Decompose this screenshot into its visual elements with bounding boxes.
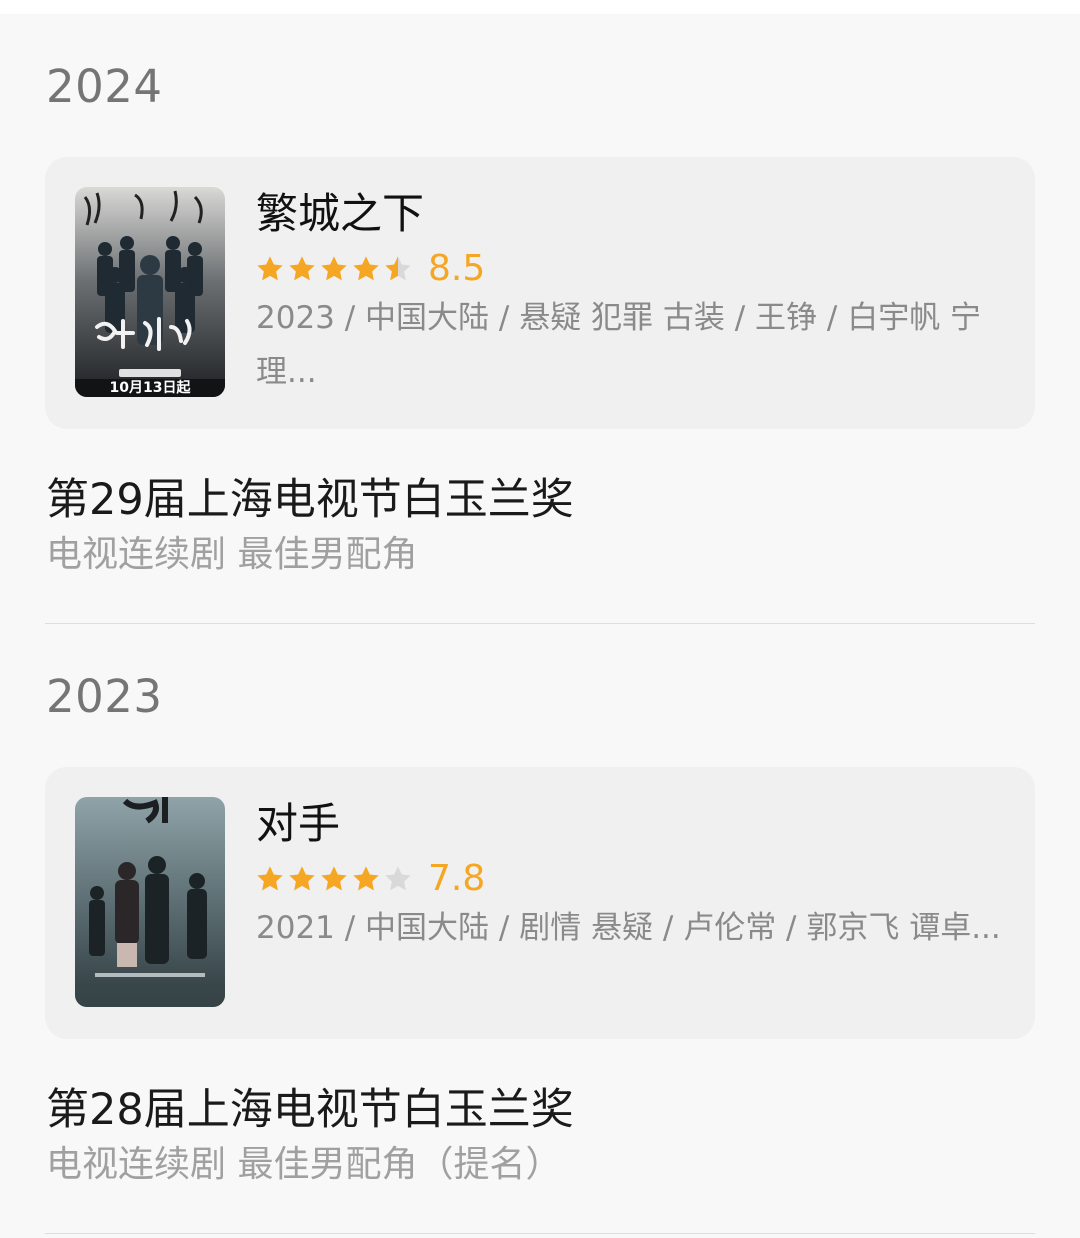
award-section: 2024 10月13日起 繁城之下 8.5 2023 / 中国大陆 / 悬疑 犯… [0,14,1080,624]
star-empty-icon [382,863,414,895]
star-filled-icon [286,863,318,895]
year-heading: 2024 [46,60,163,113]
show-title[interactable]: 对手 [256,797,340,851]
rating-row: 8.5 [254,249,485,289]
show-card[interactable]: 10月13日起 繁城之下 8.5 2023 / 中国大陆 / 悬疑 犯罪 古装 … [45,157,1035,429]
show-poster[interactable]: 10月13日起 [75,187,225,397]
star-rating [254,253,414,285]
awards-list: 2024 10月13日起 繁城之下 8.5 2023 / 中国大陆 / 悬疑 犯… [0,14,1080,1238]
award-category: 电视连续剧 最佳男配角（提名） [46,1144,562,1185]
show-poster[interactable] [75,797,225,1007]
award-category: 电视连续剧 最佳男配角 [46,534,418,575]
star-rating [254,863,414,895]
show-title[interactable]: 繁城之下 [256,187,424,241]
rating-row: 7.8 [254,859,485,899]
star-filled-icon [254,863,286,895]
star-filled-icon [318,253,350,285]
star-filled-icon [350,253,382,285]
rating-score: 7.8 [428,858,486,899]
award-name: 第28届上海电视节白玉兰奖 [46,1085,574,1135]
rating-score: 8.5 [428,248,486,289]
award-name: 第29届上海电视节白玉兰奖 [46,475,574,525]
star-filled-icon [318,863,350,895]
show-meta: 2021 / 中国大陆 / 剧情 悬疑 / 卢伦常 / 郭京飞 谭卓... [256,910,1001,946]
show-card[interactable]: 对手 7.8 2021 / 中国大陆 / 剧情 悬疑 / 卢伦常 / 郭京飞 谭… [45,767,1035,1039]
star-half-icon [382,253,414,285]
year-heading: 2023 [46,670,163,723]
award-section: 2023 对手 7.8 2021 / 中国大陆 / 剧情 悬疑 / 卢伦常 / … [0,624,1080,1234]
star-filled-icon [286,253,318,285]
star-filled-icon [350,863,382,895]
divider [45,1233,1035,1234]
star-filled-icon [254,253,286,285]
show-meta: 2023 / 中国大陆 / 悬疑 犯罪 古装 / 王铮 / 白宇帆 宁理... [256,300,982,390]
poster-caption: 10月13日起 [110,379,192,396]
